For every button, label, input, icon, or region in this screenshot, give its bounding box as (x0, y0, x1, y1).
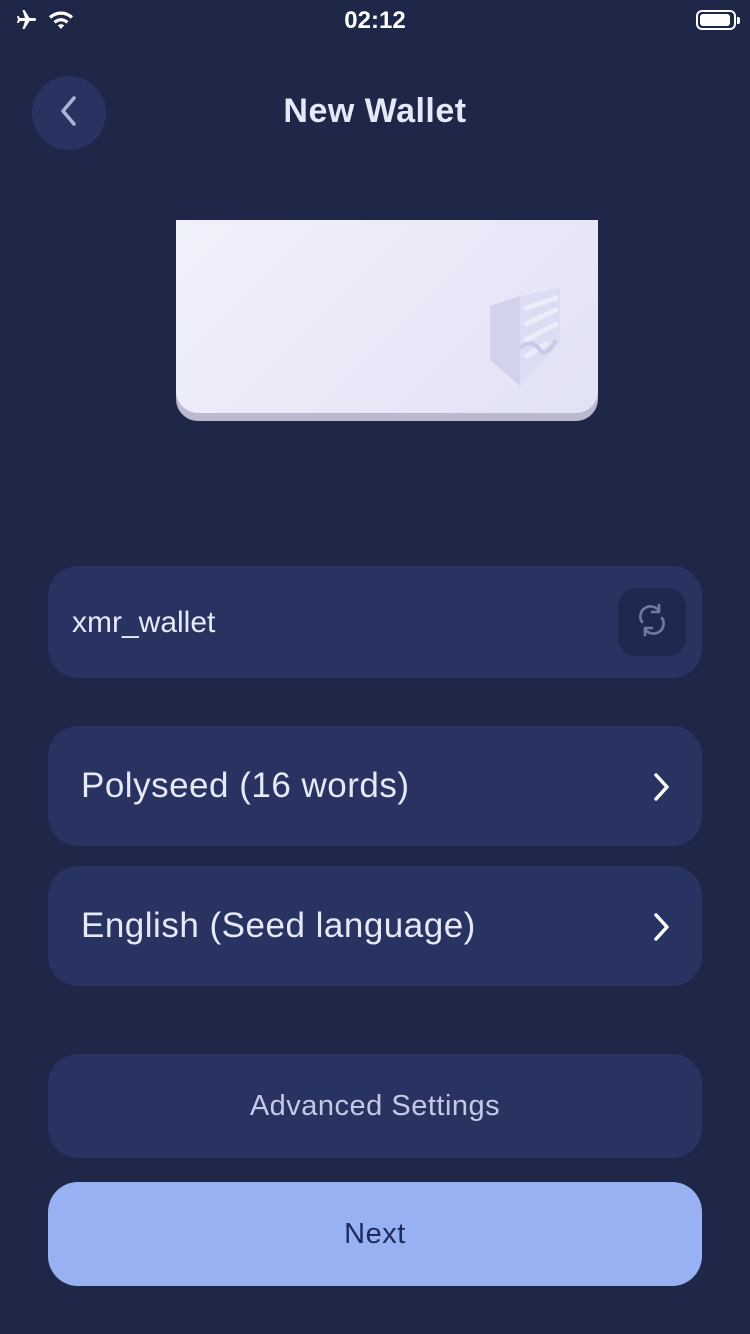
seed-language-selector[interactable]: English (Seed language) (48, 866, 702, 986)
seed-language-label: English (Seed language) (81, 906, 476, 945)
wallet-card-illustration (176, 220, 598, 421)
battery-icon (696, 10, 740, 30)
refresh-name-button[interactable] (618, 588, 686, 656)
advanced-settings-button[interactable]: Advanced Settings (48, 1054, 702, 1158)
status-bar: 02:12 (0, 0, 750, 40)
wallet-name-field[interactable]: xmr_wallet (48, 566, 702, 678)
seed-type-selector[interactable]: Polyseed (16 words) (48, 726, 702, 846)
monero-logo-icon (486, 288, 564, 397)
chevron-right-icon (652, 912, 672, 947)
chevron-right-icon (652, 772, 672, 807)
page-title: New Wallet (283, 92, 467, 130)
refresh-icon (634, 602, 670, 643)
seed-type-label: Polyseed (16 words) (81, 766, 410, 805)
wallet-name-input[interactable]: xmr_wallet (72, 606, 215, 640)
next-button[interactable]: Next (48, 1182, 702, 1286)
status-time: 02:12 (344, 7, 406, 34)
